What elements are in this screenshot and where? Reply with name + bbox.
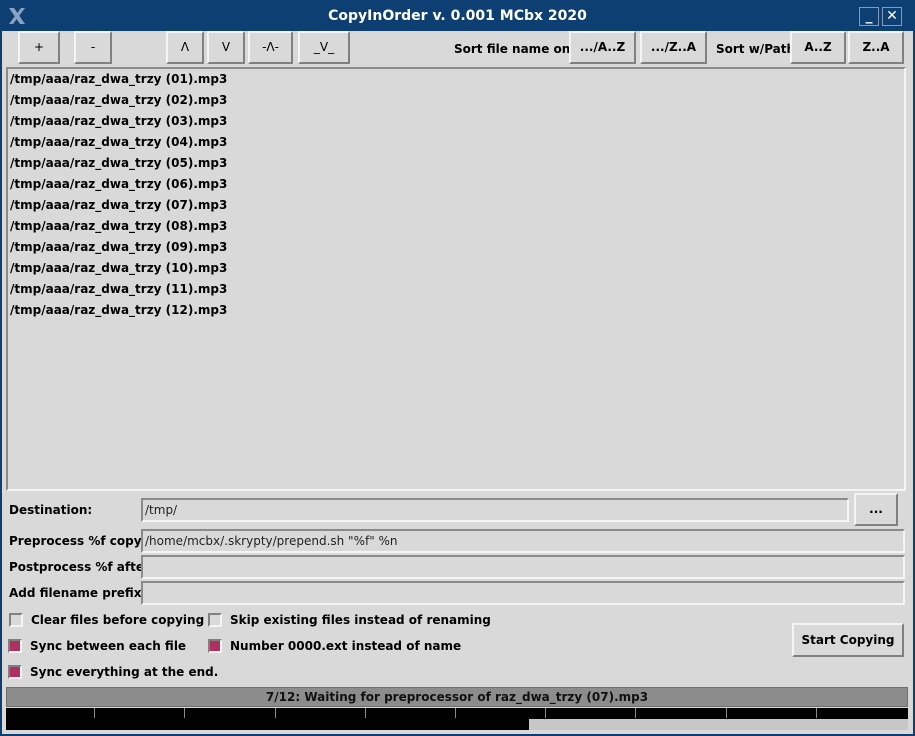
app-window: CopyInOrder v. 0.001 MCbx 2020 _ ✕ + - Λ… [0, 0, 915, 736]
move-down-button[interactable]: V [207, 31, 245, 64]
list-item[interactable]: /tmp/aaa/raz_dwa_trzy (08).mp3 [8, 216, 904, 237]
sort-name-only-label: Sort file name only: [454, 42, 588, 56]
sync-end-option[interactable]: Sync everything at the end. [8, 663, 218, 681]
status-bar: 7/12: Waiting for preprocessor of raz_dw… [6, 687, 908, 707]
list-item[interactable]: /tmp/aaa/raz_dwa_trzy (02).mp3 [8, 90, 904, 111]
progress-fill [529, 719, 908, 730]
sync-end-label: Sync everything at the end. [30, 665, 219, 679]
list-item[interactable]: /tmp/aaa/raz_dwa_trzy (11).mp3 [8, 279, 904, 300]
file-list[interactable]: /tmp/aaa/raz_dwa_trzy (01).mp3 /tmp/aaa/… [6, 67, 906, 491]
remove-file-button[interactable]: - [74, 31, 112, 64]
add-file-button[interactable]: + [18, 31, 60, 64]
skip-existing-label: Skip existing files instead of renaming [230, 613, 491, 627]
strip-divider [94, 708, 95, 718]
skip-existing-option[interactable]: Skip existing files instead of renaming [208, 611, 491, 629]
title-bar[interactable]: CopyInOrder v. 0.001 MCbx 2020 _ ✕ [2, 2, 913, 31]
list-item[interactable]: /tmp/aaa/raz_dwa_trzy (12).mp3 [8, 300, 904, 321]
postprocess-input[interactable] [141, 555, 905, 579]
move-top-button[interactable]: -Λ- [248, 31, 293, 64]
sync-each-option[interactable]: Sync between each file [8, 637, 186, 655]
move-bottom-button[interactable]: _V_ [298, 31, 350, 64]
window-title: CopyInOrder v. 0.001 MCbx 2020 [328, 8, 587, 24]
sync-each-label: Sync between each file [30, 639, 187, 653]
number-ext-label: Number 0000.ext instead of name [230, 639, 462, 653]
prefix-label: Add filename prefix: [9, 586, 147, 600]
postprocess-label: Postprocess %f after: [9, 560, 155, 574]
strip-divider [545, 708, 546, 718]
destination-input[interactable]: /tmp/ [141, 498, 849, 522]
destination-label: Destination: [9, 503, 93, 517]
preprocess-label: Preprocess %f copy: [9, 534, 147, 548]
list-item[interactable]: /tmp/aaa/raz_dwa_trzy (10).mp3 [8, 258, 904, 279]
sort-path-az-button[interactable]: A..Z [790, 31, 846, 64]
clear-files-label: Clear files before copying [31, 613, 205, 627]
strip-divider [816, 708, 817, 718]
sort-path-za-button[interactable]: Z..A [848, 31, 904, 64]
list-item[interactable]: /tmp/aaa/raz_dwa_trzy (07).mp3 [8, 195, 904, 216]
close-button[interactable]: ✕ [882, 7, 902, 26]
strip-divider [455, 708, 456, 718]
list-item[interactable]: /tmp/aaa/raz_dwa_trzy (05).mp3 [8, 153, 904, 174]
clear-files-checkbox[interactable] [9, 613, 23, 627]
list-item[interactable]: /tmp/aaa/raz_dwa_trzy (04).mp3 [8, 132, 904, 153]
strip-divider [726, 708, 727, 718]
browse-destination-button[interactable]: ... [854, 493, 898, 526]
start-copying-button[interactable]: Start Copying [792, 623, 904, 657]
strip-divider [184, 708, 185, 718]
list-item[interactable]: /tmp/aaa/raz_dwa_trzy (09).mp3 [8, 237, 904, 258]
number-ext-option[interactable]: Number 0000.ext instead of name [208, 637, 461, 655]
clear-files-option[interactable]: Clear files before copying [9, 611, 204, 629]
sync-each-checkbox[interactable] [8, 639, 22, 653]
skip-existing-checkbox[interactable] [208, 613, 222, 627]
sort-path-label: Sort w/Path: [716, 42, 800, 56]
strip-divider [275, 708, 276, 718]
minimize-button[interactable]: _ [859, 7, 879, 26]
sort-name-az-button[interactable]: .../A..Z [569, 31, 636, 64]
list-item[interactable]: /tmp/aaa/raz_dwa_trzy (06).mp3 [8, 174, 904, 195]
number-ext-checkbox[interactable] [208, 639, 222, 653]
strip-divider [635, 708, 636, 718]
move-up-button[interactable]: Λ [166, 31, 204, 64]
sync-end-checkbox[interactable] [8, 665, 22, 679]
list-item[interactable]: /tmp/aaa/raz_dwa_trzy (01).mp3 [8, 69, 904, 90]
sort-name-za-button[interactable]: .../Z..A [640, 31, 707, 64]
preprocess-input[interactable]: /home/mcbx/.skrypty/prepend.sh "%f" %n [141, 529, 905, 553]
progress-strip [6, 708, 908, 730]
prefix-input[interactable] [141, 581, 905, 605]
list-item[interactable]: /tmp/aaa/raz_dwa_trzy (03).mp3 [8, 111, 904, 132]
strip-divider [365, 708, 366, 718]
